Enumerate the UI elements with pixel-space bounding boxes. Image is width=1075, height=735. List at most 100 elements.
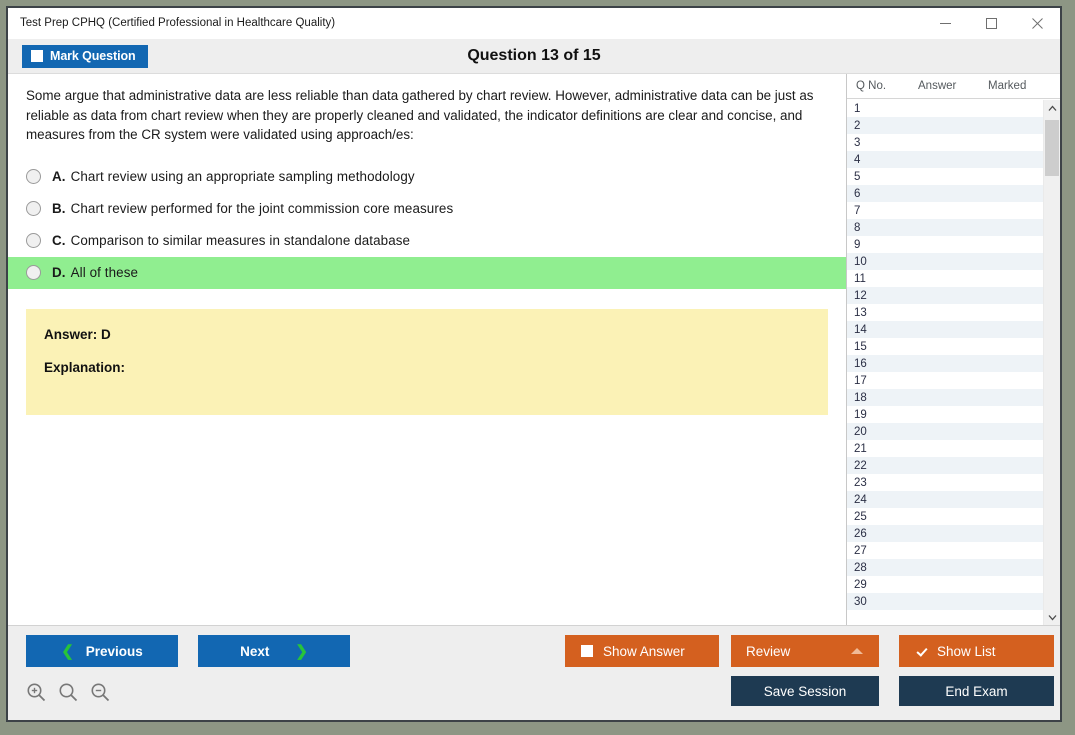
radio-button-icon[interactable]: [26, 201, 41, 217]
question-list-row[interactable]: 10: [847, 253, 1043, 270]
option-letter: D.: [52, 265, 66, 281]
explanation-label: Explanation:: [44, 359, 126, 375]
question-list-body: 1 2 3 4 5 6 7 8 9 10 11 12 13 14 15 16 17 18 19 20 21 22 23 24 2…: [847, 100, 1043, 625]
question-list-row[interactable]: 4: [847, 151, 1043, 168]
question-list-cell-qno: 3: [854, 136, 861, 149]
question-list-row[interactable]: 9: [847, 236, 1043, 253]
question-list-cell-qno: 13: [854, 306, 867, 319]
window-title: Test Prep CPHQ (Certified Professional i…: [20, 17, 336, 29]
question-area: Some argue that administrative data are …: [8, 74, 846, 625]
question-list-row[interactable]: 7: [847, 202, 1043, 219]
show-list-checkbox-icon: [915, 645, 927, 657]
show-answer-button[interactable]: Show Answer: [565, 635, 719, 667]
question-list-row[interactable]: 11: [847, 270, 1043, 287]
question-list-row[interactable]: 1: [847, 100, 1043, 117]
question-list-row[interactable]: 15: [847, 338, 1043, 355]
question-list-row[interactable]: 13: [847, 304, 1043, 321]
option-letter: A.: [52, 169, 66, 185]
question-list-row[interactable]: 27: [847, 542, 1043, 559]
question-list-cell-qno: 21: [854, 442, 867, 455]
chevron-up-icon: [1048, 105, 1056, 111]
option-c[interactable]: C. Comparison to similar measures in stan…: [8, 225, 846, 257]
zoom-reset-button[interactable]: [58, 682, 79, 703]
question-list-scrollbar[interactable]: [1043, 100, 1060, 625]
question-list-row[interactable]: 5: [847, 168, 1043, 185]
question-list-pane: Q No. Answer Marked 1 2 3 4 5 6 7 8 9 10 11 12 13 14 1…: [847, 74, 1060, 625]
show-list-button[interactable]: Show List: [899, 635, 1054, 667]
question-list-cell-qno: 7: [854, 204, 861, 217]
scroll-down-button[interactable]: [1044, 609, 1060, 625]
question-list-row[interactable]: 21: [847, 440, 1043, 457]
scroll-up-button[interactable]: [1044, 100, 1060, 116]
question-list-row[interactable]: 29: [847, 576, 1043, 593]
minimize-icon: [939, 22, 951, 24]
radio-button-icon[interactable]: [26, 233, 41, 249]
question-list-cell-qno: 29: [854, 578, 867, 591]
radio-button-icon[interactable]: [26, 169, 41, 185]
show-list-label: Show List: [937, 643, 996, 659]
option-letter: B.: [52, 201, 66, 217]
question-list-row[interactable]: 3: [847, 134, 1043, 151]
previous-button[interactable]: ❮ Previous: [26, 635, 178, 667]
radio-button-icon[interactable]: [26, 265, 41, 281]
question-list-cell-qno: 5: [854, 170, 861, 183]
option-label: C. Comparison to similar measures in stan…: [52, 233, 410, 248]
column-header-qno: Q No.: [856, 80, 887, 92]
body-area: Some argue that administrative data are …: [8, 74, 1060, 625]
question-list-header: Q No. Answer Marked: [847, 74, 1060, 99]
question-list-cell-qno: 11: [854, 272, 866, 285]
zoom-out-button[interactable]: [90, 682, 111, 703]
question-list-row[interactable]: 20: [847, 423, 1043, 440]
question-list-row[interactable]: 8: [847, 219, 1043, 236]
question-list-row[interactable]: 30: [847, 593, 1043, 610]
footer-toolbar: ❮ Previous Next ❯ Show Answer Review Sho…: [8, 625, 1060, 720]
save-session-button[interactable]: Save Session: [731, 676, 879, 706]
column-header-answer: Answer: [918, 80, 957, 92]
end-exam-button[interactable]: End Exam: [899, 676, 1054, 706]
option-a[interactable]: A. Chart review using an appropriate samp…: [8, 161, 846, 193]
option-text: All of these: [70, 265, 139, 281]
question-list-row[interactable]: 16: [847, 355, 1043, 372]
question-list-cell-qno: 6: [854, 187, 861, 200]
chevron-left-icon: ❮: [61, 642, 74, 660]
option-label: B. Chart review performed for the joint c…: [52, 201, 453, 216]
option-d[interactable]: D. All of these: [8, 256, 846, 289]
close-button[interactable]: [1014, 8, 1060, 38]
question-list-row[interactable]: 24: [847, 491, 1043, 508]
chevron-right-icon: ❯: [295, 642, 308, 660]
previous-label: Previous: [85, 643, 143, 659]
question-list-row[interactable]: 28: [847, 559, 1043, 576]
question-list-cell-qno: 8: [854, 221, 861, 234]
option-text: Comparison to similar measures in standa…: [70, 233, 411, 249]
question-list-row[interactable]: 2: [847, 117, 1043, 134]
question-list-row[interactable]: 6: [847, 185, 1043, 202]
question-list-row[interactable]: 23: [847, 474, 1043, 491]
mark-question-button[interactable]: Mark Question: [22, 44, 148, 68]
question-list-row[interactable]: 22: [847, 457, 1043, 474]
question-list-row[interactable]: 18: [847, 389, 1043, 406]
question-list-row[interactable]: 26: [847, 525, 1043, 542]
question-list-row[interactable]: 25: [847, 508, 1043, 525]
option-b[interactable]: B. Chart review performed for the joint c…: [8, 193, 846, 225]
question-list-row[interactable]: 12: [847, 287, 1043, 304]
show-answer-label: Show Answer: [603, 643, 685, 659]
scrollbar-track[interactable]: [1044, 116, 1060, 609]
zoom-reset-icon: [59, 683, 78, 702]
minimize-button[interactable]: [922, 8, 968, 38]
options-list: A. Chart review using an appropriate samp…: [8, 161, 846, 289]
question-list-cell-qno: 24: [854, 493, 867, 506]
header-toolbar: Mark Question Question 13 of 15: [8, 39, 1060, 74]
maximize-button[interactable]: [968, 8, 1014, 38]
question-list-row[interactable]: 14: [847, 321, 1043, 338]
zoom-in-button[interactable]: [26, 682, 47, 703]
question-list-row[interactable]: 17: [847, 372, 1043, 389]
question-list-row[interactable]: 19: [847, 406, 1043, 423]
question-list-cell-qno: 30: [854, 595, 867, 608]
zoom-out-icon: [91, 683, 110, 702]
next-button[interactable]: Next ❯: [198, 635, 350, 667]
review-dropdown[interactable]: Review: [731, 635, 879, 667]
scrollbar-thumb[interactable]: [1045, 120, 1059, 176]
zoom-controls: [26, 682, 111, 703]
maximize-icon: [985, 17, 997, 29]
answer-panel: Answer: D Explanation:: [26, 308, 828, 415]
